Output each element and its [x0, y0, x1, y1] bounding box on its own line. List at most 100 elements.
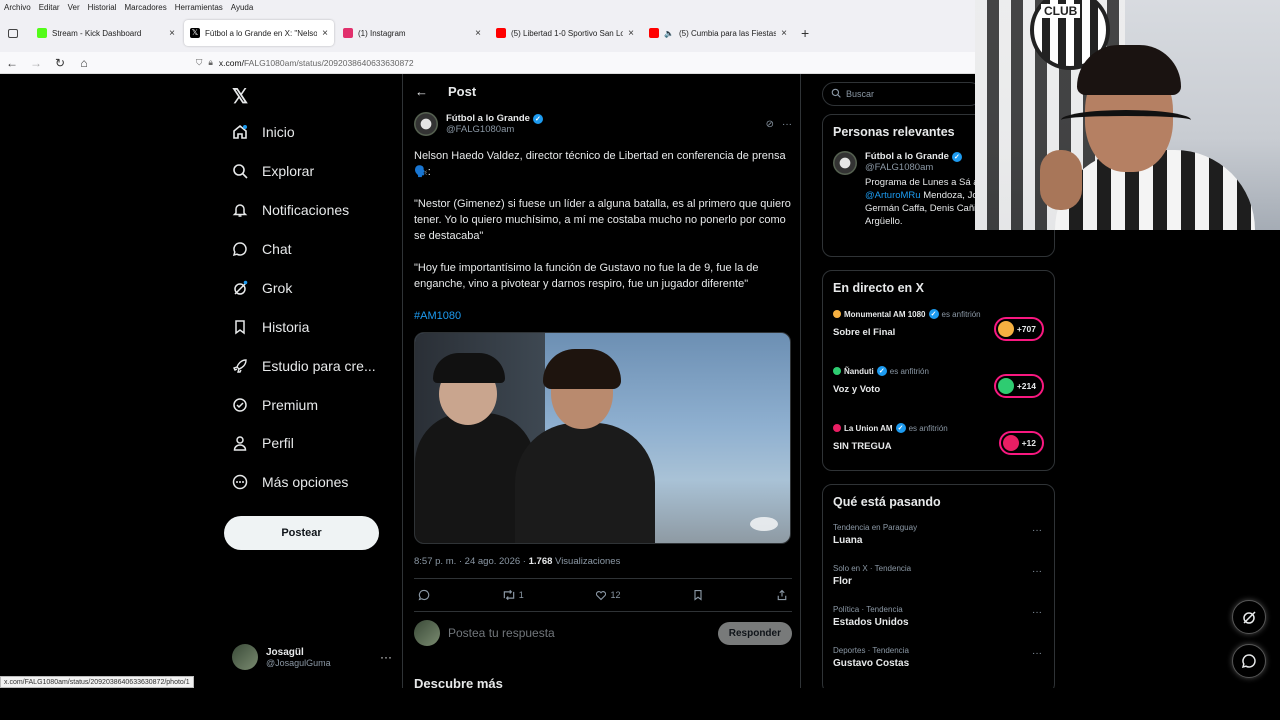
more-icon[interactable]: ···	[380, 650, 392, 664]
menu-herramientas[interactable]: Herramientas	[175, 3, 223, 12]
nav-item-mas-opciones[interactable]: Más opciones	[232, 474, 348, 490]
bio-mention-link[interactable]: @ArturoMRu	[865, 190, 921, 201]
youtube-favicon	[496, 28, 506, 38]
tab-x-post[interactable]: 𝕏 Fútbol a lo Grande en X: "Nelso ×	[184, 20, 334, 46]
nav-item-inicio[interactable]: Inicio	[232, 124, 295, 140]
grok-fab[interactable]	[1232, 600, 1266, 634]
menu-archivo[interactable]: Archivo	[4, 3, 31, 12]
tab-label: Fútbol a lo Grande en X: "Nelso	[205, 28, 318, 38]
tab-youtube-libertad[interactable]: (5) Libertad 1-0 Sportivo San Lo ×	[490, 20, 640, 46]
trend-item[interactable]: Tendencia en Paraguay Luana ···	[823, 517, 1054, 558]
nav-item-estudio[interactable]: Estudio para cre...	[232, 358, 376, 374]
nav-item-chat[interactable]: Chat	[232, 241, 292, 257]
post-button[interactable]: Postear	[224, 516, 379, 550]
left-sidebar: 𝕏 Inicio Explorar Notificaciones Chat Gr…	[224, 74, 394, 688]
tab-close-icon[interactable]: ×	[628, 28, 634, 39]
lock-icon[interactable]: 🔒︎	[208, 57, 213, 68]
forward-icon[interactable]: →	[24, 56, 48, 70]
relevant-name: Fútbol a lo Grande	[865, 151, 949, 162]
page-title: Post	[448, 84, 477, 99]
trend-item[interactable]: Política · Tendencia Estados Unidos ···	[823, 599, 1054, 640]
browser-menubar: Archivo Editar Ver Historial Marcadores …	[0, 0, 980, 14]
menu-ayuda[interactable]: Ayuda	[231, 3, 254, 12]
listener-count: +12	[1021, 438, 1036, 448]
home-icon[interactable]: ⌂	[72, 56, 96, 70]
nav-item-explorar[interactable]: Explorar	[232, 163, 314, 179]
photo-watermark-logo	[750, 517, 778, 531]
tab-youtube-cumbia[interactable]: 🔈 (5) Cumbia para las Fiestas ×	[643, 20, 793, 46]
hashtag-link[interactable]: #AM1080	[414, 308, 792, 324]
menu-ver[interactable]: Ver	[68, 3, 80, 12]
post-time[interactable]: 8:57 p. m. · 24 ago. 2026 ·	[414, 556, 529, 567]
more-icon[interactable]: ···	[782, 119, 792, 130]
nav-item-perfil[interactable]: Perfil	[232, 435, 294, 451]
reload-icon[interactable]: ↻	[48, 56, 72, 70]
live-space-item[interactable]: Monumental AM 1080 ✓ es anfitrión Sobre el…	[823, 303, 1054, 360]
retweet-button[interactable]: 1	[502, 589, 524, 601]
audio-playing-icon[interactable]: 🔈	[664, 29, 674, 38]
menu-marcadores[interactable]: Marcadores	[125, 3, 167, 12]
trend-item[interactable]: Solo en X · Tendencia Flor ···	[823, 558, 1054, 599]
address-bar[interactable]: ⛉ 🔒︎ x.com/FALG1080am/status/20920386406…	[196, 57, 414, 68]
share-icon[interactable]	[776, 589, 788, 601]
tab-close-icon[interactable]: ×	[475, 28, 481, 39]
relevant-avatar[interactable]	[833, 151, 857, 175]
x-logo-icon[interactable]: 𝕏	[232, 84, 248, 109]
back-icon[interactable]: ←	[0, 56, 24, 70]
avatar	[414, 620, 440, 646]
verified-badge-icon: ✓	[532, 113, 543, 124]
bookmark-icon[interactable]	[692, 589, 704, 601]
shield-icon[interactable]: ⛉	[196, 57, 202, 68]
nav-item-historia[interactable]: Historia	[232, 319, 309, 335]
tab-close-icon[interactable]: ×	[781, 28, 787, 39]
reply-input[interactable]: Postea tu respuesta	[448, 626, 555, 640]
listener-count: +214	[1016, 381, 1036, 391]
search-input[interactable]: Buscar	[822, 82, 982, 106]
nav-label: Historia	[262, 319, 310, 335]
reply-icon[interactable]	[418, 589, 430, 601]
listeners-pill[interactable]: +214	[993, 374, 1044, 398]
tab-close-icon[interactable]: ×	[169, 28, 175, 39]
listeners-pill[interactable]: +12	[998, 431, 1044, 455]
chat-icon	[232, 241, 248, 257]
author-handle[interactable]: @FALG1080am	[446, 124, 543, 135]
rocket-icon	[232, 358, 248, 374]
tab-overview-icon[interactable]	[8, 28, 18, 38]
messages-fab[interactable]	[1232, 644, 1266, 678]
tab-kick[interactable]: Stream - Kick Dashboard ×	[31, 20, 181, 46]
nav-label: Estudio para cre...	[262, 358, 376, 374]
post-actions: 1 12	[414, 578, 792, 612]
more-icon[interactable]: ···	[1032, 566, 1042, 577]
trend-item[interactable]: Deportes · Tendencia Gustavo Costas ···	[823, 640, 1054, 681]
back-arrow-icon[interactable]: ←	[415, 84, 428, 99]
nav-item-notificaciones[interactable]: Notificaciones	[232, 202, 349, 218]
author-avatar[interactable]	[414, 112, 438, 136]
bottom-bar	[0, 688, 1280, 720]
more-icon[interactable]: ···	[1032, 607, 1042, 618]
grok-icon[interactable]: ⊘	[766, 119, 774, 130]
live-title: En directo en X	[833, 281, 924, 295]
like-button[interactable]: 12	[595, 589, 621, 601]
nav-label: Perfil	[262, 435, 294, 451]
trends-card: Qué está pasando Tendencia en Paraguay Lu…	[822, 484, 1055, 688]
browser-tabbar: Stream - Kick Dashboard × 𝕏 Fútbol a lo Gr…	[0, 14, 980, 52]
more-icon[interactable]: ···	[1032, 648, 1042, 659]
verified-badge-icon: ✓	[928, 309, 939, 319]
tab-close-icon[interactable]: ×	[322, 28, 328, 39]
post-photo[interactable]	[414, 332, 791, 544]
menu-editar[interactable]: Editar	[39, 3, 60, 12]
more-icon[interactable]: ···	[1032, 525, 1042, 536]
author-name[interactable]: Fútbol a lo Grande	[446, 113, 530, 124]
listeners-pill[interactable]: +707	[993, 317, 1044, 341]
reply-button[interactable]: Responder	[717, 621, 792, 645]
menu-historial[interactable]: Historial	[88, 3, 117, 12]
nav-item-grok[interactable]: Grok	[232, 280, 292, 296]
live-space-item[interactable]: La Union AM ✓ es anfitrión SIN TREGUA +12	[823, 417, 1054, 474]
trend-category: Política · Tendencia	[833, 605, 903, 614]
new-tab-icon[interactable]: +	[801, 25, 809, 41]
account-switcher[interactable]: Josagül @JosagulGuma ···	[232, 644, 392, 670]
tab-instagram[interactable]: (1) Instagram ×	[337, 20, 487, 46]
nav-item-premium[interactable]: Premium	[232, 397, 318, 413]
discover-heading: Descubre más	[414, 676, 503, 688]
live-space-item[interactable]: Ñanduti ✓ es anfitrión Voz y Voto +214	[823, 360, 1054, 417]
